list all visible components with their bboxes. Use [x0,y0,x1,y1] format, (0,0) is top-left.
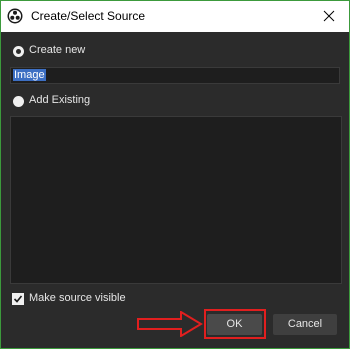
checkmark-icon [13,295,23,303]
source-name-value: Image [13,69,46,81]
source-name-input[interactable]: Image [10,67,340,84]
red-arrow-icon [137,311,203,337]
create-select-source-dialog: Create/Select Source Create new Image Ad… [0,0,350,349]
close-icon [323,10,335,22]
add-existing-label[interactable]: Add Existing [29,94,90,106]
existing-sources-list[interactable] [10,116,342,284]
make-source-visible-label[interactable]: Make source visible [29,292,126,304]
cancel-button[interactable]: Cancel [273,314,337,335]
obs-logo-icon [7,8,23,24]
make-source-visible-checkbox[interactable] [12,293,24,305]
title-bar: Create/Select Source [1,1,349,32]
create-new-label[interactable]: Create new [29,44,85,56]
ok-button[interactable]: OK [207,314,262,335]
dialog-title: Create/Select Source [31,9,146,23]
dialog-content: Create new Image Add Existing Make sourc… [1,32,349,348]
close-button[interactable] [309,1,349,32]
create-new-radio[interactable] [13,46,24,57]
add-existing-radio[interactable] [13,96,24,107]
